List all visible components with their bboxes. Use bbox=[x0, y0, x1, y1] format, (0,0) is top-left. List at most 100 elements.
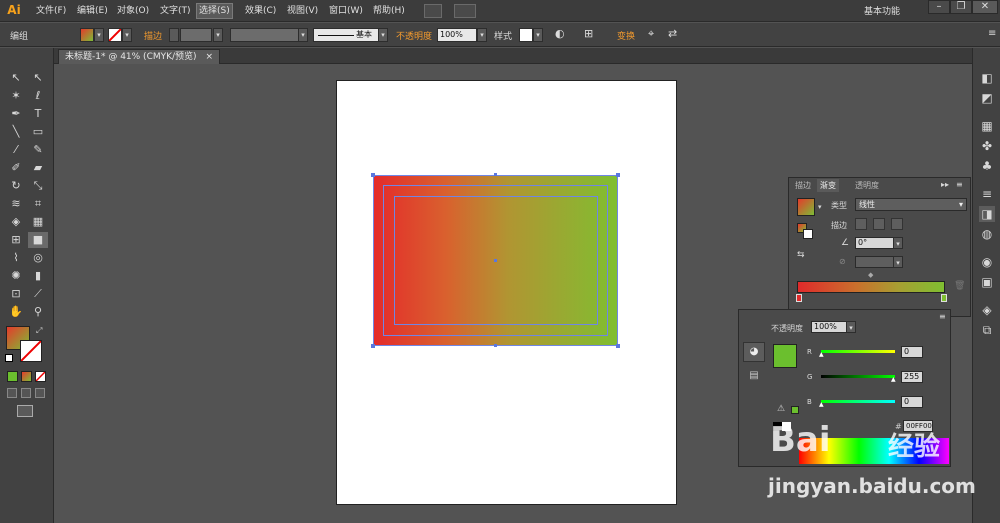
minimize-icon[interactable]: – bbox=[928, 0, 950, 14]
stroke-weight-stepper[interactable] bbox=[169, 28, 179, 42]
draw-behind-icon[interactable] bbox=[21, 388, 31, 398]
menu-edit[interactable]: 编辑(E) bbox=[75, 4, 110, 18]
rotate-tool-icon[interactable]: ↻ bbox=[6, 178, 26, 194]
angle-dropdown[interactable]: ▾ bbox=[893, 237, 903, 249]
shape-builder-tool-icon[interactable]: ◈ bbox=[6, 214, 26, 230]
opacity-label[interactable]: 不透明度 bbox=[396, 29, 432, 42]
perspective-grid-tool-icon[interactable]: ▦ bbox=[28, 214, 48, 230]
arrange-documents-icon[interactable] bbox=[454, 4, 476, 18]
align-icon[interactable]: ⊞ bbox=[584, 27, 593, 40]
appearance-panel-icon[interactable]: ◉ bbox=[979, 254, 995, 270]
transparency-panel-icon[interactable]: ◍ bbox=[979, 226, 995, 242]
recolor-icon[interactable]: ◐ bbox=[555, 27, 565, 40]
b-slider-thumb[interactable]: ▲ bbox=[819, 401, 824, 408]
stroke-within-icon[interactable] bbox=[855, 218, 867, 230]
r-slider-thumb[interactable]: ▲ bbox=[819, 351, 824, 358]
menu-effect[interactable]: 效果(C) bbox=[243, 4, 278, 18]
gradient-panel-menu-icon[interactable]: ≡ bbox=[956, 180, 963, 189]
gradient-slider[interactable] bbox=[797, 281, 945, 293]
r-value-input[interactable]: 0 bbox=[901, 346, 923, 358]
stroke-weight-dropdown[interactable]: ▾ bbox=[213, 28, 223, 42]
graphic-style-swatch[interactable] bbox=[519, 28, 533, 42]
stroke-swatch[interactable] bbox=[108, 28, 122, 42]
panel-collapse-icon[interactable]: ▸▸ bbox=[941, 180, 949, 189]
lasso-tool-icon[interactable]: ℓ bbox=[28, 88, 48, 104]
zoom-tool-icon[interactable]: ⚲ bbox=[28, 304, 48, 320]
pencil-tool-icon[interactable]: ✎ bbox=[28, 142, 48, 158]
gradient-mode-icon[interactable] bbox=[21, 371, 32, 382]
paintbrush-tool-icon[interactable]: ⁄ bbox=[6, 142, 26, 158]
bbox-handle-bl[interactable] bbox=[371, 344, 375, 348]
gradient-stop-start[interactable] bbox=[796, 294, 802, 302]
bbox-handle-bc[interactable] bbox=[494, 344, 497, 347]
free-transform-tool-icon[interactable]: ⌗ bbox=[28, 196, 48, 212]
stroke-dropdown[interactable]: ▾ bbox=[122, 28, 132, 42]
symbols-icon[interactable]: ♣ bbox=[979, 158, 995, 174]
eraser-tool-icon[interactable]: ▰ bbox=[28, 160, 48, 176]
isolate-group-icon[interactable]: ⌖ bbox=[648, 27, 654, 41]
artboard-tool-icon[interactable]: ⊡ bbox=[6, 286, 26, 302]
symbol-sprayer-tool-icon[interactable]: ✺ bbox=[6, 268, 26, 284]
artboards-panel-icon[interactable]: ⧉ bbox=[979, 322, 995, 338]
gradient-stop-end[interactable] bbox=[941, 294, 947, 302]
control-bar-menu-icon[interactable]: ≡ bbox=[988, 28, 996, 39]
slice-tool-icon[interactable]: ⟋ bbox=[28, 286, 48, 302]
blob-brush-tool-icon[interactable]: ✐ bbox=[6, 160, 26, 176]
hand-tool-icon[interactable]: ✋ bbox=[6, 304, 26, 320]
rectangle-tool-icon[interactable]: ▭ bbox=[28, 124, 48, 140]
screen-mode-icon[interactable] bbox=[17, 405, 33, 417]
fill-dropdown[interactable]: ▾ bbox=[94, 28, 104, 42]
bridge-icon[interactable] bbox=[424, 4, 442, 18]
brush-dropdown[interactable]: ▾ bbox=[378, 28, 388, 42]
color-panel-icon[interactable]: ◧ bbox=[979, 70, 995, 86]
graphic-style-dropdown[interactable]: ▾ bbox=[533, 28, 543, 42]
bbox-handle-tr[interactable] bbox=[616, 173, 620, 177]
tab-gradient[interactable]: 渐变 bbox=[817, 179, 839, 192]
variable-width-profile[interactable] bbox=[230, 28, 300, 42]
color-opacity-dropdown[interactable]: ▾ bbox=[846, 321, 856, 333]
draw-normal-icon[interactable] bbox=[7, 388, 17, 398]
stroke-weight-input[interactable] bbox=[180, 28, 212, 42]
panel-menu-icon[interactable]: ⇄ bbox=[668, 27, 677, 40]
color-mode-icon[interactable] bbox=[7, 371, 18, 382]
g-slider[interactable] bbox=[821, 375, 895, 378]
selection-tool-icon[interactable]: ↖ bbox=[6, 70, 26, 86]
aspect-ratio-dropdown[interactable]: ▾ bbox=[893, 256, 903, 268]
bbox-handle-br[interactable] bbox=[616, 344, 620, 348]
none-mode-icon[interactable] bbox=[35, 371, 46, 382]
color-panel-menu-icon[interactable]: ≡ bbox=[939, 312, 946, 321]
tab-transparency[interactable]: 透明度 bbox=[852, 179, 882, 192]
b-value-input[interactable]: 0 bbox=[901, 396, 923, 408]
layers-panel-icon[interactable]: ◈ bbox=[979, 302, 995, 318]
column-graph-tool-icon[interactable]: ▮ bbox=[28, 268, 48, 284]
document-tab[interactable]: 未标题-1* @ 41% (CMYK/预览) × bbox=[58, 49, 220, 64]
bbox-handle-tc[interactable] bbox=[494, 173, 497, 176]
brushes-icon[interactable]: ✤ bbox=[979, 138, 995, 154]
blend-tool-icon[interactable]: ◎ bbox=[28, 250, 48, 266]
close-icon[interactable]: ✕ bbox=[972, 0, 998, 14]
fill-stroke-small-stroke[interactable] bbox=[803, 229, 813, 239]
g-slider-thumb[interactable]: ▲ bbox=[891, 376, 896, 383]
transform-label[interactable]: 变换 bbox=[617, 29, 635, 42]
tab-stroke[interactable]: 描边 bbox=[792, 179, 814, 192]
gradient-tool-icon[interactable]: ■ bbox=[28, 232, 48, 248]
default-fill-stroke-icon[interactable] bbox=[5, 354, 13, 362]
stroke-label[interactable]: 描边 bbox=[144, 29, 162, 42]
type-tool-icon[interactable]: T bbox=[28, 106, 48, 122]
stroke-across-icon[interactable] bbox=[891, 218, 903, 230]
document-tab-close[interactable]: × bbox=[205, 52, 213, 62]
warp-tool-icon[interactable]: ≋ bbox=[6, 196, 26, 212]
menu-file[interactable]: 文件(F) bbox=[34, 4, 68, 18]
stroke-panel-icon[interactable]: ≡ bbox=[979, 186, 995, 202]
color-mode-button[interactable]: ◕ bbox=[743, 342, 765, 362]
aspect-ratio-input[interactable] bbox=[855, 256, 895, 268]
gradient-preset-dropdown[interactable]: ▾ bbox=[818, 203, 822, 211]
color-opacity-input[interactable]: 100% bbox=[811, 321, 847, 333]
color-guide-icon[interactable]: ◩ bbox=[979, 90, 995, 106]
bbox-handle-tl[interactable] bbox=[371, 173, 375, 177]
maximize-icon[interactable]: ❐ bbox=[950, 0, 972, 14]
angle-input[interactable]: 0° bbox=[855, 237, 895, 249]
r-slider[interactable] bbox=[821, 350, 895, 353]
opacity-dropdown[interactable]: ▾ bbox=[477, 28, 487, 42]
scale-tool-icon[interactable]: ⤡ bbox=[28, 178, 48, 194]
